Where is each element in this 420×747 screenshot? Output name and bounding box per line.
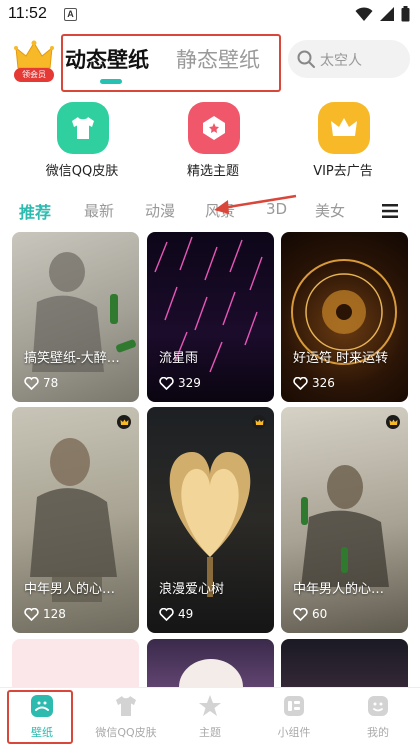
wallpaper-title: 好运符 时来运转 <box>293 351 389 366</box>
heart-icon <box>293 376 308 390</box>
vip-badge-label: 领会员 <box>14 68 54 82</box>
tab-recommended[interactable]: 推荐 <box>19 199 51 223</box>
vip-crown-icon <box>252 415 266 429</box>
wallpaper-thumbnail <box>30 438 117 602</box>
theme-icon <box>188 102 240 154</box>
wallpaper-card[interactable] <box>12 639 139 687</box>
wallpaper-title: 流星雨 <box>159 351 199 366</box>
heart-icon <box>24 376 39 390</box>
theme-icon <box>199 695 221 716</box>
signal-icon <box>380 7 394 21</box>
active-tab-indicator <box>100 79 122 84</box>
shortcut-label: VIP去广告 <box>313 164 373 179</box>
annotation-highlight-box <box>7 690 73 744</box>
wallpaper-card[interactable]: 中年男人的心… 128 <box>12 407 139 633</box>
shortcut-wechat-qq-skin[interactable]: 微信QQ皮肤 <box>27 102 137 182</box>
vip-crown-icon <box>117 415 131 429</box>
tab-beauty[interactable]: 美女 <box>315 200 345 221</box>
like-count[interactable]: 49 <box>159 607 193 621</box>
shortcut-label: 精选主题 <box>186 164 239 179</box>
like-count[interactable]: 78 <box>24 376 58 390</box>
like-count-value: 329 <box>178 376 201 390</box>
vip-badge[interactable]: 领会员 <box>14 40 54 82</box>
like-count[interactable]: 326 <box>293 376 335 390</box>
shortcut-label: 微信QQ皮肤 <box>45 164 119 179</box>
tab-static-wallpaper[interactable]: 静态壁纸 <box>176 44 260 74</box>
status-bar: 11:52 A <box>0 0 420 30</box>
nav-label: 我的 <box>367 726 389 739</box>
search-query: 太空人 <box>320 53 362 69</box>
like-count-value: 326 <box>312 376 335 390</box>
widget-icon <box>284 696 304 716</box>
menu-icon[interactable] <box>382 204 398 218</box>
wallpaper-title: 中年男人的心… <box>293 582 385 597</box>
wallpaper-thumbnail <box>179 659 243 687</box>
shortcut-vip-no-ads[interactable]: VIP去广告 <box>288 102 398 182</box>
heart-icon <box>159 376 174 390</box>
nav-label: 微信QQ皮肤 <box>95 726 157 739</box>
wallpaper-card[interactable]: 中年男人的心… 60 <box>281 407 408 633</box>
heart-icon <box>293 607 308 621</box>
wallpaper-title: 中年男人的心… <box>24 582 116 597</box>
nav-label: 小组件 <box>277 726 311 739</box>
header: 领会员 动态壁纸 静态壁纸 太空人 <box>0 34 420 94</box>
nav-themes[interactable]: 主题 <box>168 692 252 744</box>
vip-crown-icon <box>386 415 400 429</box>
nav-label: 主题 <box>199 726 221 739</box>
heart-icon <box>24 607 39 621</box>
wallpaper-type-tabs: 动态壁纸 静态壁纸 <box>61 34 281 92</box>
wallpaper-title: 浪漫爱心树 <box>159 582 225 597</box>
wallpaper-thumbnail <box>169 452 251 597</box>
like-count[interactable]: 128 <box>24 607 66 621</box>
notification-a-icon: A <box>64 8 77 21</box>
like-count-value: 128 <box>43 607 66 621</box>
crown-icon <box>318 102 370 154</box>
search-box[interactable]: 太空人 <box>288 40 410 78</box>
like-count[interactable]: 329 <box>159 376 201 390</box>
wallpaper-title: 搞笑壁纸-大醉… <box>24 351 120 366</box>
tshirt-icon <box>116 696 136 716</box>
wallpaper-card[interactable] <box>147 639 274 687</box>
nav-mine[interactable]: 我的 <box>336 692 420 744</box>
nav-wechat-qq-skin[interactable]: 微信QQ皮肤 <box>84 692 168 744</box>
wallpaper-card[interactable]: 浪漫爱心树 49 <box>147 407 274 633</box>
like-count-value: 78 <box>43 376 59 390</box>
status-icons <box>355 6 410 22</box>
wifi-icon <box>355 7 373 21</box>
like-count-value: 49 <box>178 607 194 621</box>
battery-icon <box>401 6 410 22</box>
tab-anime[interactable]: 动漫 <box>145 200 175 221</box>
profile-icon <box>368 696 388 716</box>
wallpaper-card[interactable]: 流星雨 329 <box>147 232 274 402</box>
status-time: 11:52 <box>8 5 47 22</box>
tab-3d[interactable]: 3D <box>266 200 287 218</box>
tab-dynamic-wallpaper[interactable]: 动态壁纸 <box>65 44 149 74</box>
shortcut-featured-themes[interactable]: 精选主题 <box>158 102 268 182</box>
wallpaper-thumbnail <box>301 465 389 587</box>
like-count[interactable]: 60 <box>293 607 327 621</box>
search-icon <box>297 50 315 68</box>
tab-latest[interactable]: 最新 <box>84 200 114 221</box>
wallpaper-card[interactable]: 搞笑壁纸-大醉… 78 <box>12 232 139 402</box>
wallpaper-card[interactable] <box>281 639 408 687</box>
nav-widgets[interactable]: 小组件 <box>252 692 336 744</box>
wallpaper-card[interactable]: 好运符 时来运转 326 <box>281 232 408 402</box>
tab-scenery[interactable]: 风景 <box>205 200 235 221</box>
category-tabs: 推荐 最新 动漫 风景 3D 美女 <box>0 194 420 228</box>
tshirt-icon <box>57 102 109 154</box>
wallpaper-grid: 搞笑壁纸-大醉… 78 流星雨 329 好运符 时来运转 326 中年男人的心…… <box>0 232 420 687</box>
heart-icon <box>159 607 174 621</box>
like-count-value: 60 <box>312 607 328 621</box>
